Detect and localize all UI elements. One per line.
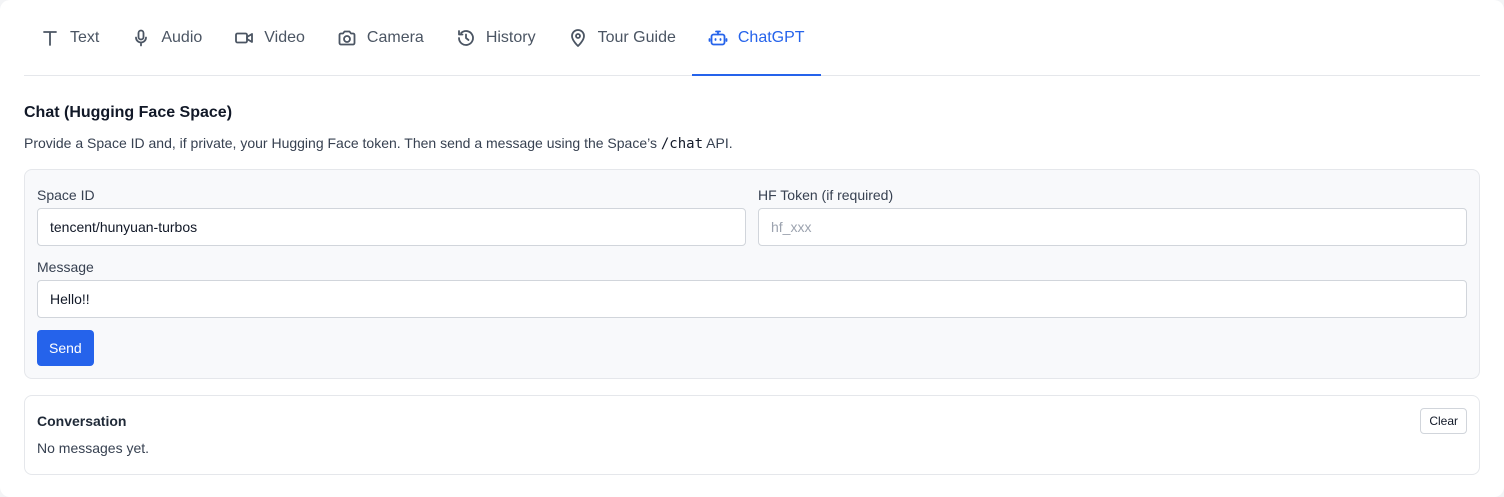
- robot-icon: [708, 28, 728, 48]
- tab-text[interactable]: Text: [24, 0, 115, 75]
- tab-label: Camera: [366, 28, 424, 46]
- tab-label: Video: [264, 28, 305, 46]
- text-icon: [40, 28, 60, 48]
- empty-conversation-text: No messages yet.: [37, 440, 150, 456]
- hf-token-label: HF Token (if required): [758, 187, 894, 203]
- conversation-title: Conversation: [37, 413, 127, 429]
- credentials-row: Space ID HF Token (if required): [37, 186, 1467, 246]
- tab-label: History: [485, 28, 536, 46]
- clear-button[interactable]: Clear: [1420, 408, 1467, 434]
- space-id-field: Space ID: [37, 186, 746, 246]
- tab-video[interactable]: Video: [218, 0, 321, 75]
- history-icon: [456, 28, 476, 48]
- space-id-input[interactable]: [37, 208, 746, 246]
- tab-label: Text: [70, 28, 100, 46]
- page-title: Chat (Hugging Face Space): [24, 104, 233, 121]
- tab-label: Tour Guide: [597, 28, 676, 46]
- video-camera-icon: [234, 28, 254, 48]
- tab-audio[interactable]: Audio: [115, 0, 218, 75]
- message-label: Message: [37, 259, 94, 275]
- tab-camera[interactable]: Camera: [321, 0, 440, 75]
- send-button[interactable]: Send: [37, 330, 94, 366]
- tab-history[interactable]: History: [440, 0, 552, 75]
- description-text: Provide a Space ID and, if private, your…: [24, 135, 657, 151]
- message-field: Message: [37, 258, 1467, 318]
- tab-tour-guide[interactable]: Tour Guide: [552, 0, 692, 75]
- tab-label: Audio: [161, 28, 203, 46]
- page-description: Provide a Space ID and, if private, your…: [24, 133, 1480, 153]
- map-pin-icon: [568, 28, 588, 48]
- chat-form-card: Space ID HF Token (if required) Message …: [24, 169, 1480, 379]
- app-page: Text Audio Video Camera History Tour Gui…: [0, 0, 1504, 497]
- camera-icon: [337, 28, 357, 48]
- hf-token-input[interactable]: [758, 208, 1467, 246]
- tab-bar: Text Audio Video Camera History Tour Gui…: [24, 0, 1480, 76]
- message-input[interactable]: [37, 280, 1467, 318]
- tab-label: ChatGPT: [737, 28, 805, 46]
- tab-chatgpt[interactable]: ChatGPT: [691, 0, 821, 76]
- conversation-panel: Conversation Clear No messages yet.: [24, 395, 1480, 475]
- microphone-icon: [131, 28, 151, 48]
- space-id-label: Space ID: [37, 187, 95, 203]
- chat-endpoint-code: /chat: [660, 136, 704, 152]
- hf-token-field: HF Token (if required): [758, 186, 1467, 246]
- conversation-header: Conversation Clear: [37, 408, 1467, 434]
- description-suffix: API.: [706, 135, 733, 151]
